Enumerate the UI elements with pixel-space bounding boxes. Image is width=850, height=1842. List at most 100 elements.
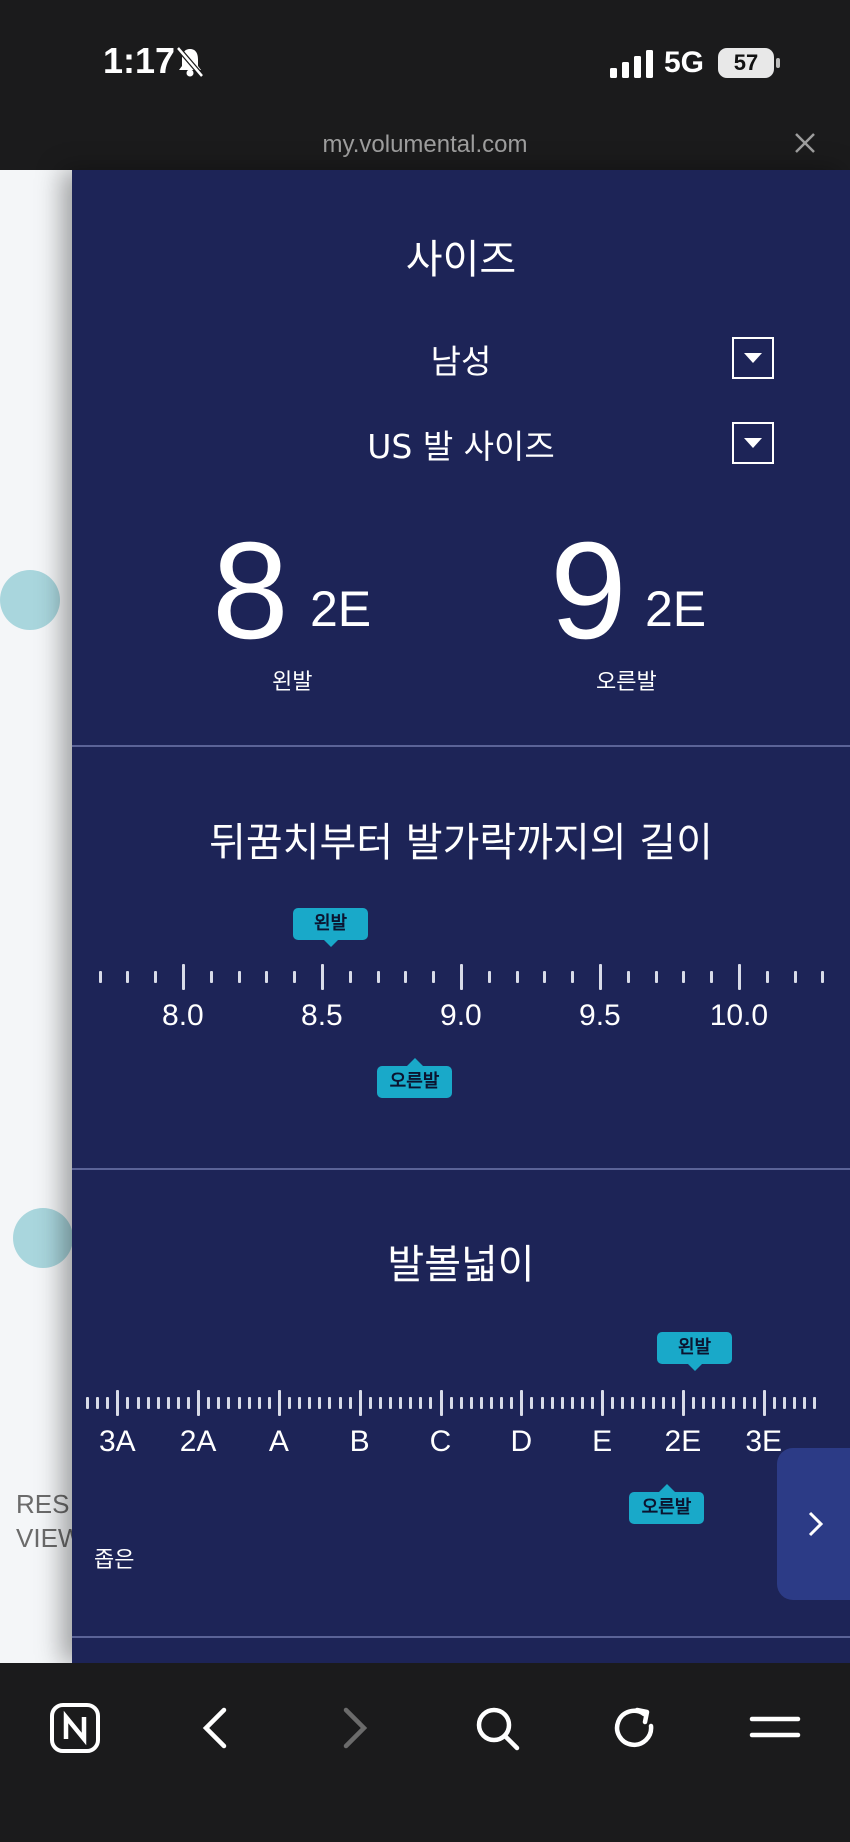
scale-label: 9.0 — [440, 999, 482, 1032]
scale-tick — [399, 1397, 403, 1409]
reload-icon[interactable] — [611, 1704, 659, 1752]
scale-tick — [187, 1397, 190, 1409]
scale-tick — [146, 1397, 150, 1409]
gender-select[interactable]: 남성 — [72, 335, 850, 385]
scale-tick — [209, 971, 213, 983]
left-foot-size: 8 — [212, 514, 289, 668]
scale-tick — [803, 1397, 807, 1409]
scale-tick — [487, 971, 491, 983]
browser-toolbar — [0, 1663, 850, 1842]
search-button[interactable] — [462, 1693, 532, 1763]
scale-tick — [378, 1397, 382, 1409]
scale-tick — [682, 971, 686, 983]
scale-tick — [560, 1397, 564, 1409]
scale-tick — [368, 1397, 372, 1409]
scale-tick — [813, 1397, 817, 1409]
scale-tick — [126, 971, 130, 983]
scale-tick — [98, 971, 102, 983]
reload-button[interactable] — [600, 1693, 670, 1763]
scale-tick — [328, 1397, 332, 1409]
chevron-right-icon[interactable] — [807, 1510, 825, 1538]
scale-tick — [106, 1397, 110, 1409]
left-foot-width: 2E — [310, 581, 372, 637]
section-divider — [72, 1168, 850, 1170]
scale-tick — [237, 971, 241, 983]
scale-label: 8.0 — [162, 999, 204, 1032]
search-icon[interactable] — [473, 1704, 521, 1752]
scale-tick — [197, 1390, 201, 1416]
scale-tick — [752, 1397, 756, 1409]
scale-tick — [651, 1397, 655, 1409]
menu-icon[interactable] — [749, 1713, 801, 1743]
scale-tick — [439, 1390, 443, 1416]
scale-tick — [429, 1397, 433, 1409]
scale-tick — [500, 1397, 504, 1409]
back-arrow-icon[interactable] — [200, 1706, 230, 1750]
scale-tick — [358, 1390, 362, 1416]
close-icon[interactable] — [794, 132, 816, 154]
scale-tick — [571, 971, 575, 983]
battery-tip — [776, 58, 780, 68]
home-button[interactable] — [40, 1693, 110, 1763]
unit-select[interactable]: US 발 사이즈 — [72, 420, 850, 470]
scale-tick — [742, 1397, 746, 1409]
scale-tick — [671, 1397, 675, 1409]
scale-tick — [641, 1397, 645, 1409]
signal-icon — [610, 50, 653, 78]
scale-tick — [181, 964, 185, 990]
battery-level: 57 — [733, 50, 759, 75]
bg-step-indicator — [13, 1208, 73, 1268]
scale-label: 8.5 — [301, 999, 343, 1032]
scale-tick — [626, 971, 630, 983]
url-bar[interactable]: my.volumental.com — [0, 125, 850, 170]
section-divider — [72, 745, 850, 747]
scale-tick — [419, 1397, 423, 1409]
dropdown-arrow-icon[interactable] — [732, 422, 774, 464]
scale-tick — [293, 971, 297, 983]
scale-tick — [550, 1397, 554, 1409]
battery-indicator: 57 — [718, 48, 774, 78]
left-foot-caption: 왼발 — [272, 670, 313, 695]
forward-button[interactable] — [320, 1693, 390, 1763]
scale-tick — [793, 971, 797, 983]
scale-tick — [86, 1397, 89, 1409]
scale-tick — [318, 1397, 322, 1409]
scale-label: 10.0 — [709, 999, 769, 1032]
bg-text: RES — [16, 1487, 69, 1521]
scale-tick — [136, 1397, 140, 1409]
scale-tick — [520, 1390, 524, 1416]
scale-tick — [601, 1390, 605, 1416]
scale-tick — [267, 1397, 271, 1409]
scale-tick — [376, 971, 380, 983]
scale-tick — [712, 1397, 716, 1409]
scale-tick — [166, 1397, 170, 1409]
scale-tick — [710, 971, 714, 983]
forward-arrow-icon[interactable] — [340, 1706, 370, 1750]
status-bar: 1:17 5G 57 — [0, 0, 850, 125]
scale-tick — [308, 1397, 312, 1409]
scale-tick — [543, 971, 547, 983]
next-button[interactable] — [777, 1448, 850, 1600]
status-time: 1:17 — [103, 40, 176, 81]
back-button[interactable] — [180, 1693, 250, 1763]
menu-button[interactable] — [740, 1693, 810, 1763]
scale-tick — [570, 1397, 574, 1409]
scale-tick — [692, 1397, 695, 1409]
scale-tick — [432, 971, 436, 983]
url-text[interactable]: my.volumental.com — [0, 131, 850, 159]
scale-tick — [631, 1397, 635, 1409]
dropdown-arrow-icon[interactable] — [732, 337, 774, 379]
scale-label: 9.5 — [579, 999, 621, 1032]
bg-text-line: RES — [16, 1489, 70, 1519]
scale-tick — [409, 1397, 413, 1409]
scale-tick — [515, 971, 519, 983]
scale-tick — [772, 1397, 776, 1409]
scale-tick — [348, 971, 352, 983]
scale-tick — [247, 1397, 251, 1409]
scale-tick — [338, 1397, 342, 1409]
scale-tick — [176, 1397, 180, 1409]
naver-home-icon[interactable] — [49, 1702, 101, 1754]
width-title: 발볼넓이 — [387, 1242, 535, 1288]
width-right-marker: 오른발 — [629, 1484, 704, 1524]
scale-tick — [154, 971, 158, 983]
